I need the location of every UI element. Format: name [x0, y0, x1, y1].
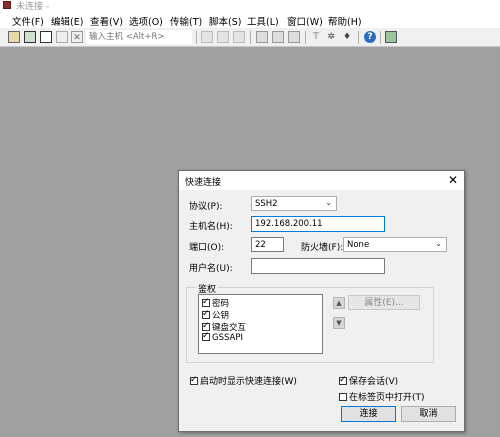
paste-icon[interactable] [217, 31, 229, 43]
menu-bar: 文件(F) 编辑(E) 查看(V) 选项(O) 传输(T) 脚本(S) 工具(L… [0, 11, 500, 28]
auth-item-password[interactable]: 密码 [202, 297, 229, 309]
checkbox[interactable] [202, 331, 210, 341]
protocol-select[interactable]: SSH2 ⌄ [251, 196, 337, 211]
move-up-icon[interactable]: ▲ [333, 297, 345, 309]
window-titlebar: 未连接 - [0, 0, 500, 12]
toolbar-separator [196, 31, 197, 44]
auth-method-list: 密码 公钥 键盘交互 GSSAPI [198, 294, 323, 354]
reconnect-icon[interactable] [56, 31, 68, 43]
menu-window[interactable]: 窗口(W) [287, 14, 323, 28]
print-icon[interactable] [256, 31, 268, 43]
save-session-label: 保存会话(V) [349, 377, 399, 387]
auth-item-label: 键盘交互 [212, 323, 247, 333]
connect-icon[interactable] [8, 31, 20, 43]
connect-in-tab-icon[interactable] [40, 31, 52, 43]
screen-icon[interactable] [385, 31, 397, 43]
menu-options[interactable]: 选项(O) [129, 14, 163, 28]
auth-item-publickey[interactable]: 公钥 [202, 309, 229, 321]
checkbox[interactable] [202, 297, 210, 307]
checkbox[interactable] [202, 309, 210, 319]
checkbox[interactable] [202, 321, 210, 331]
port-field[interactable]: 22 [251, 237, 284, 252]
global-options-icon[interactable]: ✲ [325, 31, 337, 43]
protocol-value: SSH2 [255, 199, 278, 209]
firewall-label: 防火墙(F): [301, 243, 344, 253]
checkbox[interactable] [339, 375, 347, 385]
cancel-button[interactable]: 取消 [401, 406, 456, 422]
dialog-title: 快速连接 [185, 178, 222, 188]
show-on-startup-option[interactable]: 启动时显示快速连接(W) [190, 374, 297, 387]
menu-edit[interactable]: 编辑(E) [51, 14, 83, 28]
dialog-titlebar: 快速连接 ✕ [179, 171, 464, 190]
toolbar-separator [250, 31, 251, 44]
firewall-value: None [347, 240, 370, 250]
menu-view[interactable]: 查看(V) [90, 14, 123, 28]
protocol-label: 协议(P): [189, 202, 223, 212]
move-down-icon[interactable]: ▼ [333, 317, 345, 329]
toolbar-separator [380, 31, 381, 44]
hostname-field[interactable]: 192.168.200.11 [251, 216, 385, 232]
print-setup-icon[interactable] [272, 31, 284, 43]
session-options-icon[interactable]: ⊤ [310, 31, 322, 43]
menu-tools[interactable]: 工具(L) [247, 14, 279, 28]
connect-button[interactable]: 连接 [341, 406, 396, 422]
quick-connect-input[interactable] [86, 30, 192, 44]
quick-connect-icon[interactable] [24, 31, 36, 43]
show-on-startup-label: 启动时显示快速连接(W) [200, 377, 297, 387]
open-in-tab-option[interactable]: 在标签页中打开(T) [339, 390, 425, 403]
find-icon[interactable] [233, 31, 245, 43]
chevron-down-icon: ⌄ [435, 239, 442, 248]
menu-transfer[interactable]: 传输(T) [170, 14, 202, 28]
close-icon[interactable]: ✕ [448, 173, 458, 187]
chevron-down-icon: ⌄ [325, 198, 332, 207]
keymap-icon[interactable]: ♦ [341, 31, 353, 43]
disconnect-icon[interactable]: ✕ [71, 31, 83, 43]
menu-help[interactable]: 帮助(H) [328, 14, 362, 28]
properties-button[interactable]: 属性(E)... [348, 295, 420, 310]
auth-item-label: 密码 [212, 299, 230, 309]
username-field[interactable] [251, 258, 385, 274]
open-in-tab-label: 在标签页中打开(T) [349, 393, 425, 403]
port-label: 端口(O): [189, 243, 225, 253]
sftp-icon[interactable] [288, 31, 300, 43]
toolbar: ✕ ⊤ ✲ ♦ ? [0, 28, 500, 47]
username-label: 用户名(U): [189, 264, 233, 274]
auth-item-label: 公钥 [212, 311, 230, 321]
auth-item-gssapi[interactable]: GSSAPI [202, 331, 243, 343]
menu-script[interactable]: 脚本(S) [209, 14, 241, 28]
menu-file[interactable]: 文件(F) [12, 14, 44, 28]
toolbar-separator [358, 31, 359, 44]
copy-icon[interactable] [201, 31, 213, 43]
app-icon [3, 1, 11, 9]
hostname-label: 主机名(H): [189, 222, 233, 232]
checkbox[interactable] [339, 393, 347, 401]
checkbox[interactable] [190, 375, 198, 385]
auth-item-label: GSSAPI [212, 333, 243, 343]
firewall-select[interactable]: None ⌄ [343, 237, 447, 252]
save-session-option[interactable]: 保存会话(V) [339, 374, 398, 387]
help-icon[interactable]: ? [364, 31, 376, 43]
toolbar-separator [305, 31, 306, 44]
